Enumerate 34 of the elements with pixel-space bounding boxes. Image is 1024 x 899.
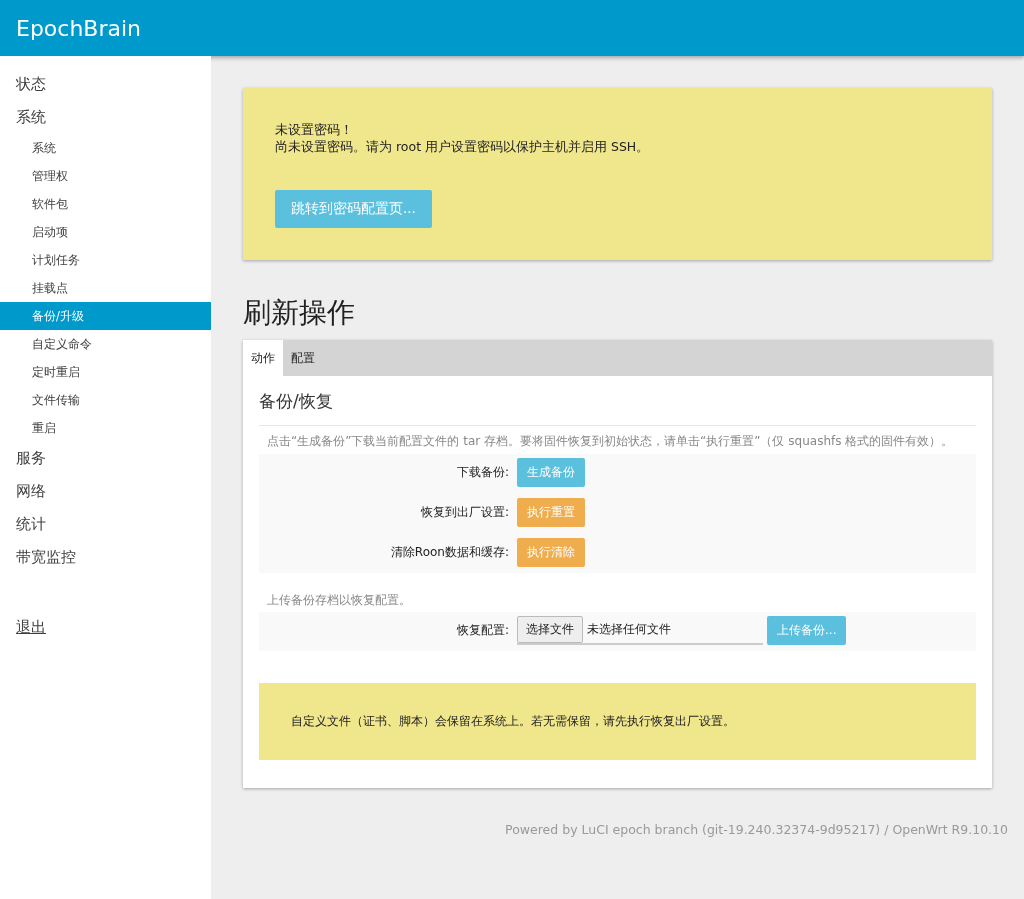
sidebar-item[interactable]: 统计 [0,508,211,541]
sidebar-item[interactable]: 状态 [0,68,211,101]
field-label: 清除Roon数据和缓存: [389,543,509,561]
sidebar-subitem[interactable]: 管理权 [0,162,211,190]
file-status: 未选择任何文件 [587,621,671,639]
sidebar-subitem[interactable]: 启动项 [0,218,211,246]
page-title: 刷新操作 [243,295,356,331]
sidebar-item[interactable]: 服务 [0,442,211,475]
alert-message: 尚未设置密码。请为 root 用户设置密码以保护主机并启用 SSH。 [275,139,651,156]
sidebar-subitem[interactable]: 挂载点 [0,274,211,302]
upload-description: 上传备份存档以恢复配置。 [266,591,412,609]
file-input-field[interactable]: 选择文件 未选择任何文件 [517,616,763,646]
alert-title: 未设置密码！ [275,122,354,139]
note-alert: 自定义文件（证书、脚本）会保留在系统上。若无需保留，请先执行恢复出厂设置。 [259,683,976,761]
sidebar-subitem[interactable]: 自定义命令 [0,330,211,358]
sidebar-subitem[interactable]: 重启 [0,414,211,442]
footer-text: Powered by LuCI epoch branch (git-19.240.32374-9d95217) / OpenWrt R9.10.10 [504,822,1008,838]
tab[interactable]: 配置 [283,340,323,376]
sidebar-subitem[interactable]: 软件包 [0,190,211,218]
tab[interactable]: 动作 [243,340,283,376]
sidebar-subitem[interactable]: 文件传输 [0,386,211,414]
sidebar-item[interactable]: 带宽监控 [0,541,211,574]
logout-link[interactable]: 退出 [16,618,46,637]
section-description: 点击“生成备份”下载当前配置文件的 tar 存档。要将固件恢复到初始状态，请单击“执行重置”（仅 squashfs 格式的固件有效）。 [266,433,955,450]
field-label: 下载备份: [455,463,509,481]
sidebar-item[interactable]: 系统 [0,101,211,134]
sidebar-subitem[interactable]: 计划任务 [0,246,211,274]
choose-file-button[interactable]: 选择文件 [517,616,583,644]
field-label: 恢复配置: [455,622,509,640]
sidebar-subitem[interactable]: 定时重启 [0,358,211,386]
sidebar-subitem[interactable]: 系统 [0,134,211,162]
sidebar-item[interactable]: 网络 [0,475,211,508]
section-title: 备份/恢复 [259,376,976,426]
field-label: 恢复到出厂设置: [419,503,509,521]
